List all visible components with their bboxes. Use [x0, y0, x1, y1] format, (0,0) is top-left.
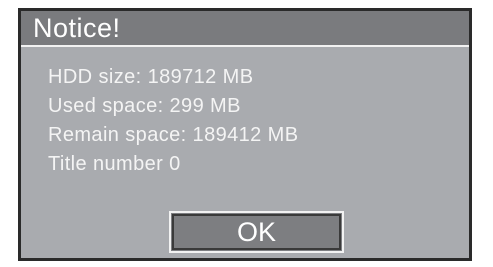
- title-number-text: Title number 0: [48, 153, 181, 175]
- hdd-size-text: HDD size: 189712 MB: [48, 66, 254, 88]
- ok-button[interactable]: OK: [169, 211, 344, 253]
- disk-info-list: HDD size: 189712 MB Used space: 299 MB R…: [48, 63, 298, 179]
- used-space-text: Used space: 299 MB: [48, 95, 241, 117]
- dialog-title: Notice!: [33, 13, 121, 43]
- dialog-title-bar: Notice!: [21, 11, 469, 47]
- notice-dialog: Notice! HDD size: 189712 MB Used space: …: [18, 8, 472, 261]
- remain-space-text: Remain space: 189412 MB: [48, 124, 299, 146]
